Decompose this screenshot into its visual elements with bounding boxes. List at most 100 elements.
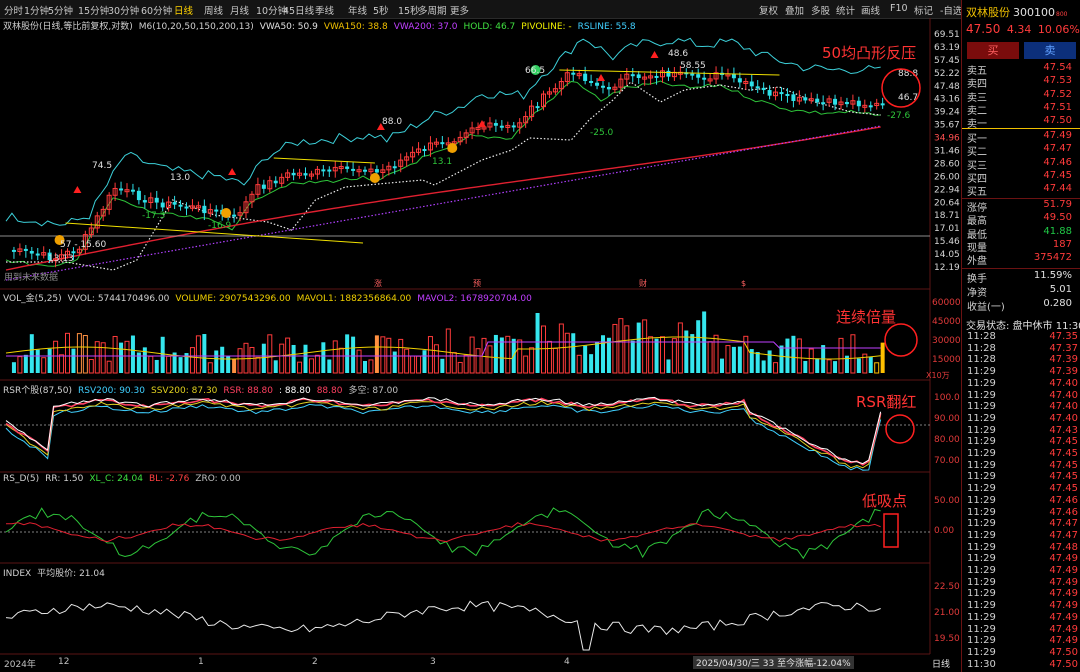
volume-bar — [71, 348, 76, 373]
buy-button[interactable]: 买 — [967, 42, 1019, 59]
candle-body — [601, 85, 605, 88]
candle-body — [214, 209, 219, 212]
period-tab-7[interactable]: 周线 — [204, 3, 223, 17]
rsd-panel-title: RS_D(5) RR: 1.50 XL_C: 24.04 BL: -2.76 ZRO: … — [3, 474, 247, 484]
volume-bar — [850, 334, 856, 374]
volume-bar — [595, 341, 600, 373]
ask-row-value: 47.52 — [1043, 88, 1072, 100]
stat-row-value: 187 — [1052, 238, 1072, 250]
volume-bar — [154, 359, 159, 373]
main-axis-label: 28.60 — [934, 159, 960, 169]
tick-price: 47.40 — [1049, 377, 1078, 389]
last-price: 47.50 — [966, 22, 1001, 36]
period-tab-15[interactable]: 多周期 — [418, 3, 447, 17]
period-tab-13[interactable]: 5秒 — [373, 3, 389, 17]
main-axis-label: 22.94 — [934, 185, 960, 195]
toolbar-item-5[interactable]: F10 — [890, 3, 908, 14]
period-tab-1[interactable]: 1分钟 — [24, 3, 49, 17]
indicator-value: VVOL: 5744170496.00 — [67, 294, 170, 304]
tick-price: 47.49 — [1049, 600, 1078, 612]
toolbar-item-7[interactable]: -自选 — [940, 3, 962, 17]
period-tab-3[interactable]: 15分钟 — [78, 3, 109, 17]
candle-body — [749, 81, 754, 87]
tick-price: 47.49 — [1049, 635, 1078, 647]
period-tab-14[interactable]: 15秒 — [398, 3, 420, 17]
candle-body — [856, 100, 861, 107]
candle-body — [696, 74, 701, 78]
toolbar-item-1[interactable]: 叠加 — [785, 3, 804, 17]
candle-body — [868, 105, 873, 108]
volume-bar — [35, 349, 40, 373]
toolbar-item-6[interactable]: 标记 — [914, 3, 933, 17]
period-tab-16[interactable]: 更多 — [450, 3, 469, 17]
change-pct: 10.06% — [1037, 23, 1080, 36]
ask-row-value: 47.54 — [1043, 62, 1072, 73]
candle-body — [583, 73, 588, 81]
toolbar-item-3[interactable]: 统计 — [836, 3, 855, 17]
main-axis-label: 17.01 — [934, 224, 960, 234]
tick-list[interactable]: 11:28 47.35 11:28 47.37 11:28 47.39 11:29 47.39… — [962, 331, 1080, 672]
xlc-line — [5, 507, 881, 560]
indicator-value: 多空: 87.00 — [348, 386, 399, 396]
volume-bar — [576, 354, 582, 374]
stock-name: 双林股份 300100800 — [966, 6, 1068, 19]
time-axis: 2024年 12 1 2 3 4 2025/04/30/三 33 至今涨幅-12.04% 日线 — [0, 655, 960, 672]
toolbar-item-0[interactable]: 复权 — [759, 3, 778, 17]
volume-bar — [374, 335, 379, 373]
tick-price: 47.45 — [1049, 471, 1078, 483]
time-label: 3 — [430, 657, 436, 667]
tick-time: 11:28 — [967, 331, 996, 342]
period-tab-11[interactable]: 季线 — [315, 3, 334, 17]
volume-bar — [59, 354, 65, 374]
period-tab-0[interactable]: 分时 — [4, 3, 23, 17]
tick-time: 11:29 — [967, 635, 996, 647]
candle-body — [119, 188, 124, 191]
volume-bar — [76, 333, 82, 374]
volume-bar — [232, 358, 237, 373]
candle-body — [184, 206, 189, 209]
candle-body — [702, 77, 707, 80]
volume-bar — [249, 346, 255, 374]
candle-body — [535, 106, 540, 109]
volume-bar — [88, 358, 94, 374]
ask-row-value: 47.53 — [1043, 75, 1072, 87]
tick-price: 47.49 — [1049, 553, 1078, 565]
period-tab-4[interactable]: 30分钟 — [108, 3, 139, 17]
volume-bar — [671, 338, 677, 374]
volume-bar — [291, 344, 296, 373]
volume-bar — [546, 340, 552, 374]
price-line: 47.50 4.34 10.06% — [966, 22, 1080, 36]
period-tab-2[interactable]: 5分钟 — [48, 3, 73, 17]
period-tab-6[interactable]: 日线 — [174, 3, 193, 17]
period-toolbar: 分时 1分钟 5分钟 15分钟 30分钟 60分钟 日线 周线 月线 10分钟 45日线 季线 年线 5秒… — [0, 0, 1080, 19]
main-axis-label: 12.19 — [934, 263, 960, 273]
period-tab-8[interactable]: 月线 — [230, 3, 249, 17]
period-tab-10[interactable]: 45日线 — [283, 3, 314, 17]
stat2-row-value: 5.01 — [1049, 284, 1072, 295]
toolbar-item-4[interactable]: 画线 — [861, 3, 880, 17]
candle-body — [690, 73, 695, 76]
vol-axis-label: 30000 — [932, 336, 960, 346]
chart-canvas[interactable]: 69.51 63.19 57.45 52.22 47.48 43.16 39.24 35.67… — [0, 18, 960, 672]
volume-bar — [815, 358, 820, 373]
volume-bar — [880, 342, 885, 373]
tick-time: 11:29 — [967, 646, 996, 658]
tick-price: 47.40 — [1049, 412, 1078, 424]
candle-body — [767, 90, 772, 96]
main-axis-label: 39.24 — [934, 108, 960, 118]
candle-body — [821, 102, 826, 105]
volume-bar — [725, 345, 731, 374]
volume-bar — [303, 344, 308, 373]
volume-bar — [327, 359, 332, 373]
period-tab-5[interactable]: 60分钟 — [141, 3, 172, 17]
event-mark: 涨 — [374, 278, 382, 288]
candle-body — [273, 180, 278, 184]
period-tab-12[interactable]: 年线 — [348, 3, 367, 17]
sell-button[interactable]: 卖 — [1024, 42, 1076, 59]
index-axis-label: 19.50 — [934, 634, 960, 644]
price-label: 13.1 — [432, 157, 452, 167]
toolbar-item-2[interactable]: 多股 — [811, 3, 830, 17]
future-data-label: 用到未来数据 — [4, 273, 59, 283]
indicator-value: HOLD: 46.7 — [463, 22, 516, 32]
tick-time: 11:29 — [967, 412, 996, 424]
